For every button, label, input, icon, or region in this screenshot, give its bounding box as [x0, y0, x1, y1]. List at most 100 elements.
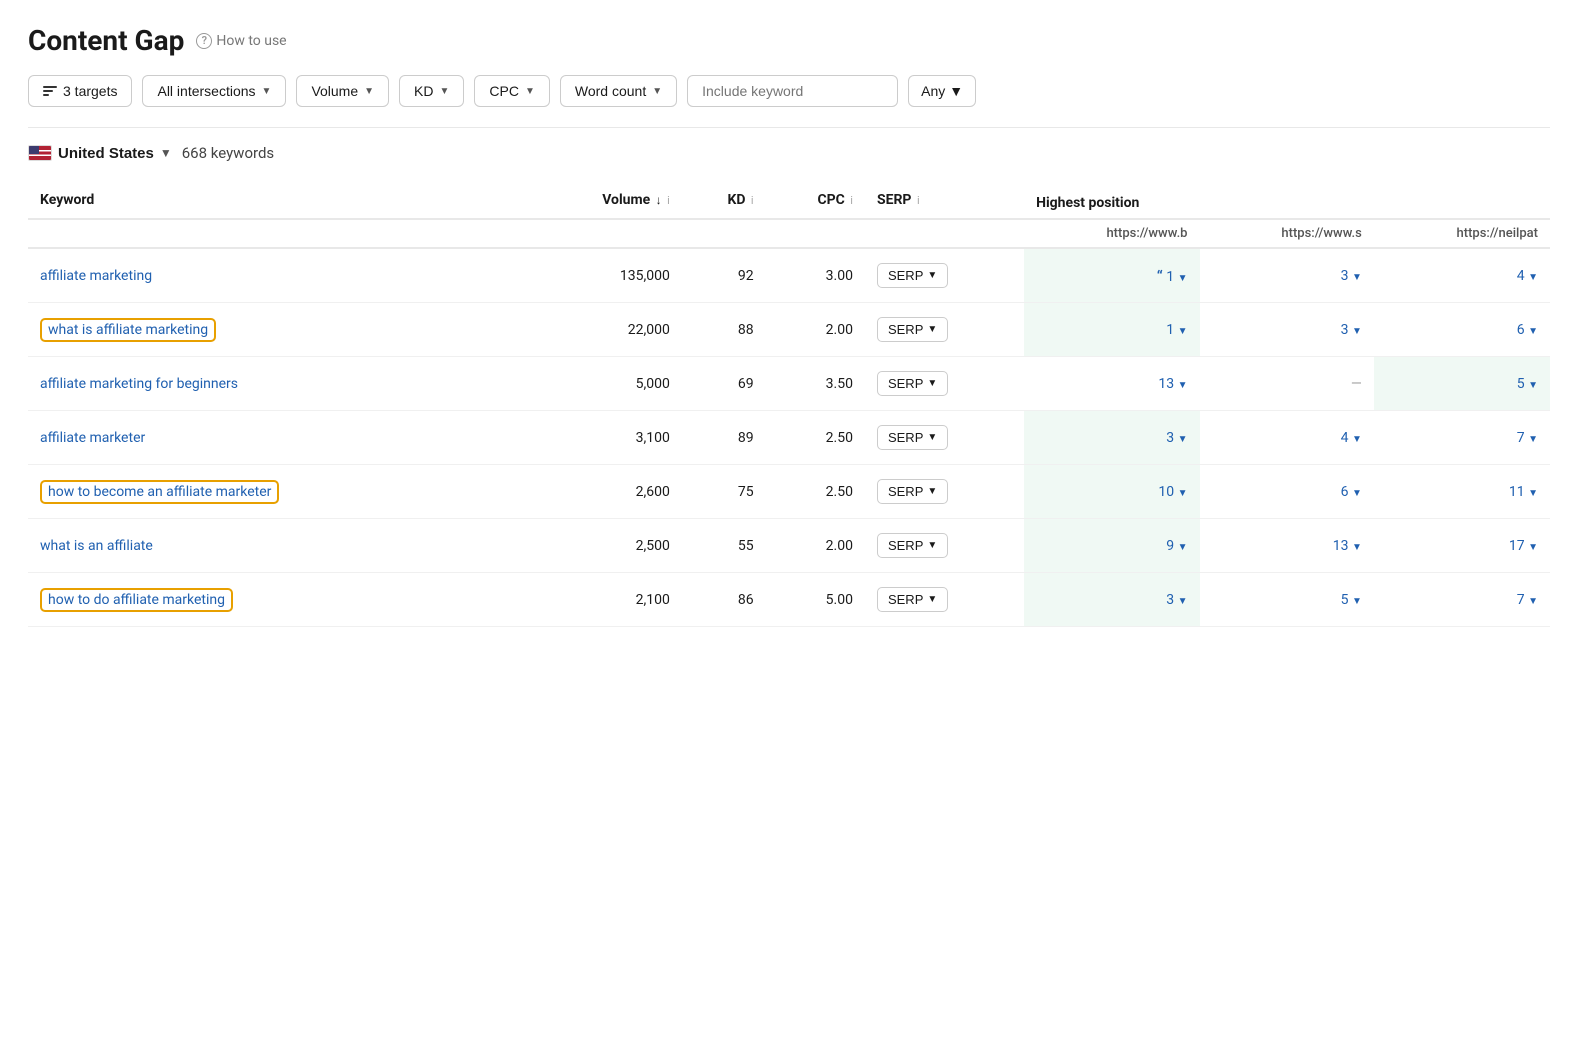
- kd-header: KD i: [682, 182, 766, 219]
- cpc-label: CPC: [489, 83, 519, 99]
- kd-label: KD: [414, 83, 433, 99]
- table-row: affiliate marketing for beginners5,00069…: [28, 357, 1550, 411]
- pos1-cell: 1 ▼: [1024, 303, 1199, 357]
- pos1-cell: “ 1 ▼: [1024, 248, 1199, 303]
- serp-info-icon: i: [917, 194, 920, 207]
- serp-cell: SERP ▼: [865, 248, 1024, 303]
- chevron-down-icon: ▼: [262, 86, 272, 97]
- volume-cell: 3,100: [529, 411, 682, 465]
- volume-button[interactable]: Volume ▼: [296, 75, 389, 107]
- table-row: affiliate marketing 135,000923.00 SERP ▼ “ …: [28, 248, 1550, 303]
- serp-button[interactable]: SERP ▼: [877, 425, 948, 450]
- pos2-cell: 6 ▼: [1200, 465, 1374, 519]
- serp-header: SERP i: [865, 182, 1024, 219]
- serp-cell: SERP ▼: [865, 465, 1024, 519]
- cpc-button[interactable]: CPC ▼: [474, 75, 549, 107]
- pos3-cell: 11 ▼: [1374, 465, 1550, 519]
- serp-button[interactable]: SERP ▼: [877, 533, 948, 558]
- keyword-link[interactable]: affiliate marketing for beginners: [40, 376, 238, 392]
- keyword-cell: how to do affiliate marketing: [28, 573, 529, 627]
- keyword-header: Keyword: [28, 182, 529, 219]
- pos1-cell: 13 ▼: [1024, 357, 1199, 411]
- keyword-cell: affiliate marketing for beginners: [28, 357, 529, 411]
- keyword-link[interactable]: what is affiliate marketing: [48, 322, 208, 338]
- kd-button[interactable]: KD ▼: [399, 75, 464, 107]
- targets-button[interactable]: 3 targets: [28, 75, 132, 107]
- keyword-link[interactable]: affiliate marketer: [40, 430, 145, 446]
- cpc-cell: 2.50: [766, 465, 865, 519]
- cpc-info-icon: i: [850, 194, 853, 207]
- serp-button[interactable]: SERP ▼: [877, 371, 948, 396]
- targets-label: 3 targets: [63, 83, 117, 99]
- serp-button[interactable]: SERP ▼: [877, 587, 948, 612]
- kd-cell: 55: [682, 519, 766, 573]
- serp-cell: SERP ▼: [865, 519, 1024, 573]
- pos3-cell: 17 ▼: [1374, 519, 1550, 573]
- page-title-row: Content Gap ? How to use: [28, 24, 1550, 57]
- volume-header: Volume ↓ i: [529, 182, 682, 219]
- keyword-cell: what is an affiliate: [28, 519, 529, 573]
- sub-col-3: https://neilpat: [1374, 219, 1550, 248]
- any-label: Any: [921, 83, 945, 99]
- pos2-cell: 5 ▼: [1200, 573, 1374, 627]
- keyword-cell: affiliate marketer: [28, 411, 529, 465]
- volume-cell: 135,000: [529, 248, 682, 303]
- include-keyword-input[interactable]: [687, 75, 898, 107]
- how-to-use-link[interactable]: ? How to use: [196, 33, 286, 49]
- cpc-cell: 2.00: [766, 303, 865, 357]
- kd-cell: 86: [682, 573, 766, 627]
- pos2-cell: 13 ▼: [1200, 519, 1374, 573]
- volume-cell: 2,100: [529, 573, 682, 627]
- sub-col-2: https://www.s: [1200, 219, 1374, 248]
- chevron-down-icon: ▼: [364, 86, 374, 97]
- pos3-cell: 4 ▼: [1374, 248, 1550, 303]
- table-body: affiliate marketing 135,000923.00 SERP ▼ “ …: [28, 248, 1550, 627]
- chevron-down-icon: ▼: [160, 146, 172, 160]
- chevron-down-icon: ▼: [652, 86, 662, 97]
- pos1-cell: 3 ▼: [1024, 411, 1199, 465]
- cpc-cell: 2.50: [766, 411, 865, 465]
- keywords-table: Keyword Volume ↓ i KD i CPC i: [28, 182, 1550, 627]
- pos2-cell: 3 ▼: [1200, 248, 1374, 303]
- pos3-cell: 6 ▼: [1374, 303, 1550, 357]
- filter-icon: [43, 86, 57, 96]
- any-button[interactable]: Any ▼: [908, 75, 976, 107]
- pos1-cell: 9 ▼: [1024, 519, 1199, 573]
- cpc-cell: 3.00: [766, 248, 865, 303]
- keyword-cell: what is affiliate marketing: [28, 303, 529, 357]
- keyword-cell: how to become an affiliate marketer: [28, 465, 529, 519]
- pos1-cell: 3 ▼: [1024, 573, 1199, 627]
- toolbar-divider: [28, 127, 1550, 128]
- kd-cell: 92: [682, 248, 766, 303]
- volume-cell: 2,600: [529, 465, 682, 519]
- pos3-cell: 7 ▼: [1374, 573, 1550, 627]
- us-flag-icon: [28, 145, 52, 161]
- pos1-cell: 10 ▼: [1024, 465, 1199, 519]
- serp-button[interactable]: SERP ▼: [877, 317, 948, 342]
- table-row: how to do affiliate marketing 2,100865.00…: [28, 573, 1550, 627]
- keyword-link[interactable]: how to become an affiliate marketer: [48, 484, 271, 500]
- location-row: United States ▼ 668 keywords: [28, 144, 1550, 162]
- serp-button[interactable]: SERP ▼: [877, 263, 948, 288]
- serp-cell: SERP ▼: [865, 573, 1024, 627]
- serp-cell: SERP ▼: [865, 357, 1024, 411]
- kd-cell: 89: [682, 411, 766, 465]
- table-row: what is an affiliate2,500552.00SERP ▼9 ▼…: [28, 519, 1550, 573]
- cpc-header: CPC i: [766, 182, 865, 219]
- table-container: Keyword Volume ↓ i KD i CPC i: [28, 182, 1550, 627]
- cpc-cell: 2.00: [766, 519, 865, 573]
- keywords-count: 668 keywords: [182, 144, 274, 162]
- highest-position-header: Highest position: [1024, 182, 1550, 219]
- serp-button[interactable]: SERP ▼: [877, 479, 948, 504]
- volume-label: Volume: [311, 83, 358, 99]
- keyword-link[interactable]: affiliate marketing: [40, 268, 152, 284]
- keyword-link[interactable]: what is an affiliate: [40, 538, 153, 554]
- volume-info-icon: i: [667, 194, 670, 207]
- word-count-button[interactable]: Word count ▼: [560, 75, 677, 107]
- intersections-button[interactable]: All intersections ▼: [142, 75, 286, 107]
- location-button[interactable]: United States ▼: [28, 145, 172, 162]
- sub-header-row: https://www.b https://www.s https://neil…: [28, 219, 1550, 248]
- keyword-link[interactable]: how to do affiliate marketing: [48, 592, 225, 608]
- cpc-cell: 5.00: [766, 573, 865, 627]
- pos3-cell: 7 ▼: [1374, 411, 1550, 465]
